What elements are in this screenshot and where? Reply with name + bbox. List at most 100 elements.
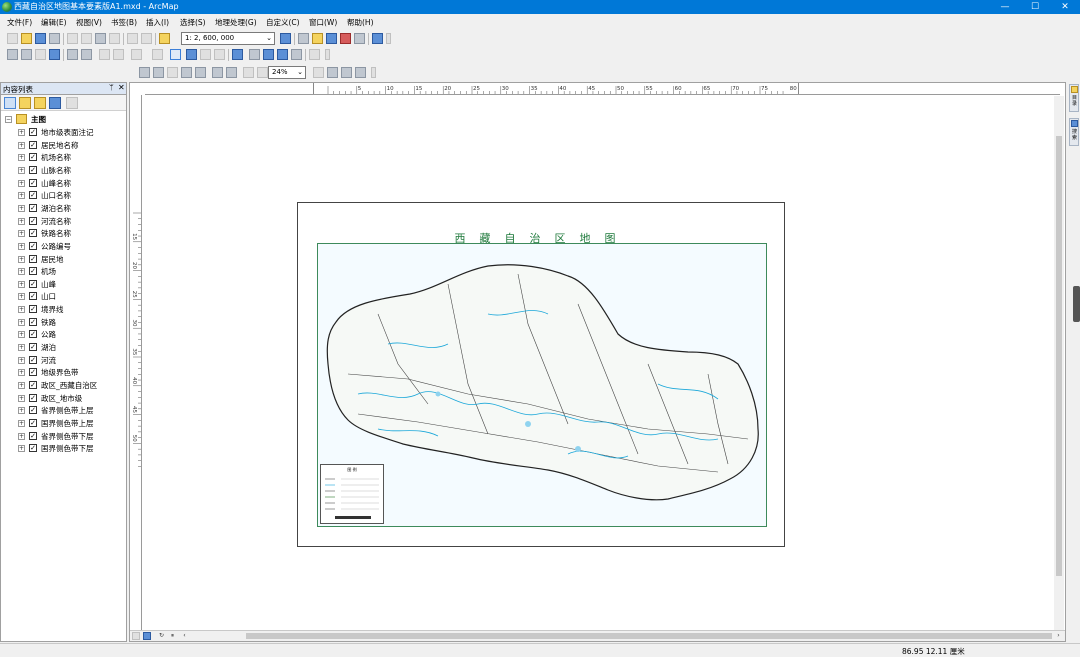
expand-icon[interactable]: + [18, 331, 25, 339]
go-to-xy-icon[interactable] [263, 49, 274, 60]
catalog-icon[interactable] [312, 33, 323, 44]
layout-zoom-in-icon[interactable] [139, 67, 150, 78]
toc-layer-item[interactable]: + ✓ 公路 [1, 328, 126, 341]
layer-visibility-checkbox[interactable]: ✓ [29, 165, 37, 174]
toolbar-options-icon[interactable] [371, 67, 376, 78]
toc-layer-item[interactable]: + ✓ 居民地 [1, 253, 126, 266]
expand-icon[interactable]: + [18, 217, 25, 225]
toggle-draft-mode-icon[interactable] [313, 67, 324, 78]
zoom-in-icon[interactable] [7, 49, 18, 60]
toc-layer-item[interactable]: + ✓ 山峰名称 [1, 177, 126, 190]
layer-visibility-checkbox[interactable]: ✓ [29, 368, 37, 377]
menu-geoprocessing[interactable]: 地理处理(G) [215, 17, 257, 28]
toc-layer-item[interactable]: + ✓ 政区_地市级 [1, 392, 126, 405]
layer-visibility-checkbox[interactable]: ✓ [29, 406, 37, 415]
expand-icon[interactable]: + [18, 268, 25, 276]
time-slider-icon[interactable] [291, 49, 302, 60]
expand-icon[interactable]: + [18, 407, 25, 415]
layer-visibility-checkbox[interactable]: ✓ [29, 254, 37, 263]
dock-grip-handle[interactable] [1073, 286, 1080, 322]
layer-visibility-checkbox[interactable]: ✓ [29, 418, 37, 427]
horizontal-scroll-thumb[interactable] [246, 633, 1052, 639]
layer-visibility-checkbox[interactable]: ✓ [29, 292, 37, 301]
fixed-zoom-out-icon[interactable] [81, 49, 92, 60]
layer-visibility-checkbox[interactable]: ✓ [29, 393, 37, 402]
layer-visibility-checkbox[interactable]: ✓ [29, 191, 37, 200]
toc-layer-item[interactable]: + ✓ 山脉名称 [1, 164, 126, 177]
layout-zoom-out-icon[interactable] [153, 67, 164, 78]
layout-pan-icon[interactable] [167, 67, 178, 78]
toc-layer-item[interactable]: + ✓ 山口名称 [1, 189, 126, 202]
zoom-100-percent-icon[interactable] [195, 67, 206, 78]
expand-icon[interactable]: + [18, 356, 25, 364]
toc-layer-item[interactable]: + ✓ 山峰 [1, 278, 126, 291]
expand-icon[interactable]: + [18, 394, 25, 402]
hyperlink-icon[interactable] [214, 49, 225, 60]
expand-icon[interactable]: + [18, 344, 25, 352]
layer-visibility-checkbox[interactable]: ✓ [29, 381, 37, 389]
new-document-icon[interactable] [7, 33, 18, 44]
collapse-icon[interactable]: − [5, 116, 12, 123]
full-extent-icon[interactable] [49, 49, 60, 60]
expand-icon[interactable]: + [18, 318, 25, 326]
clear-selection-icon[interactable] [152, 49, 163, 60]
open-folder-icon[interactable] [21, 33, 32, 44]
toc-layer-item[interactable]: + ✓ 政区_西藏自治区 [1, 379, 126, 392]
expand-icon[interactable]: + [18, 204, 25, 212]
toc-options-icon[interactable] [66, 97, 78, 109]
expand-icon[interactable]: + [18, 306, 25, 314]
toc-layer-item[interactable]: + ✓ 地市级表面注记 [1, 126, 126, 139]
menu-help[interactable]: 帮助(H) [347, 17, 374, 28]
expand-icon[interactable]: + [18, 166, 25, 174]
toc-layer-item[interactable]: + ✓ 省界侧色带上层 [1, 404, 126, 417]
expand-icon[interactable]: + [18, 445, 25, 453]
toc-layer-item[interactable]: + ✓ 国界侧色带下层 [1, 442, 126, 455]
next-extent-icon[interactable] [257, 67, 268, 78]
list-by-source-icon[interactable] [19, 97, 31, 109]
find-icon[interactable] [232, 49, 243, 60]
toc-layer-item[interactable]: + ✓ 机场 [1, 265, 126, 278]
fixed-zoom-out-layout-icon[interactable] [226, 67, 237, 78]
zoom-out-icon[interactable] [21, 49, 32, 60]
expand-icon[interactable]: + [18, 280, 25, 288]
layer-visibility-checkbox[interactable]: ✓ [29, 178, 37, 187]
expand-icon[interactable]: + [18, 141, 25, 149]
layer-visibility-checkbox[interactable]: ✓ [29, 279, 37, 288]
toolbar-options-icon[interactable] [386, 33, 391, 44]
toolbar-options-icon[interactable] [325, 49, 330, 60]
map-legend[interactable]: 图 例 [320, 464, 384, 524]
list-by-visibility-icon[interactable] [34, 97, 46, 109]
print-icon[interactable] [49, 33, 60, 44]
layout-view[interactable]: 5 10 15 20 25 30 35 40 45 50 55 60 65 70 75 80 15 20 25 30… [129, 82, 1066, 642]
pin-icon[interactable]: ᛘ [109, 83, 114, 92]
expand-icon[interactable]: + [18, 419, 25, 427]
toc-layer-item[interactable]: + ✓ 机场名称 [1, 151, 126, 164]
close-icon[interactable]: ✕ [118, 83, 125, 92]
undo-icon[interactable] [127, 33, 138, 44]
focus-data-frame-icon[interactable] [327, 67, 338, 78]
expand-icon[interactable]: + [18, 255, 25, 263]
table-of-contents-icon[interactable] [298, 33, 309, 44]
search-dock-tab[interactable]: 搜索 [1069, 118, 1079, 146]
layer-visibility-checkbox[interactable]: ✓ [29, 216, 37, 225]
expand-icon[interactable]: + [18, 382, 25, 389]
menu-customize[interactable]: 自定义(C) [266, 17, 300, 28]
expand-icon[interactable]: + [18, 242, 25, 250]
menu-view[interactable]: 视图(V) [76, 17, 102, 28]
catalog-dock-tab[interactable]: 目录 [1069, 84, 1079, 112]
toc-layer-item[interactable]: + ✓ 铁路 [1, 316, 126, 329]
measure-icon[interactable] [277, 49, 288, 60]
list-by-selection-icon[interactable] [49, 97, 61, 109]
search-window-icon[interactable] [326, 33, 337, 44]
layer-visibility-checkbox[interactable]: ✓ [29, 128, 37, 136]
pause-drawing-icon[interactable]: ⏸ [168, 632, 177, 640]
paste-icon[interactable] [95, 33, 106, 44]
fixed-zoom-in-icon[interactable] [67, 49, 78, 60]
fixed-zoom-in-layout-icon[interactable] [212, 67, 223, 78]
layer-visibility-checkbox[interactable]: ✓ [29, 444, 37, 453]
menu-file[interactable]: 文件(F) [7, 17, 32, 28]
close-button[interactable]: ✕ [1050, 0, 1080, 14]
model-builder-icon[interactable] [372, 33, 383, 44]
menu-windows[interactable]: 窗口(W) [309, 17, 337, 28]
expand-icon[interactable]: + [18, 154, 25, 162]
